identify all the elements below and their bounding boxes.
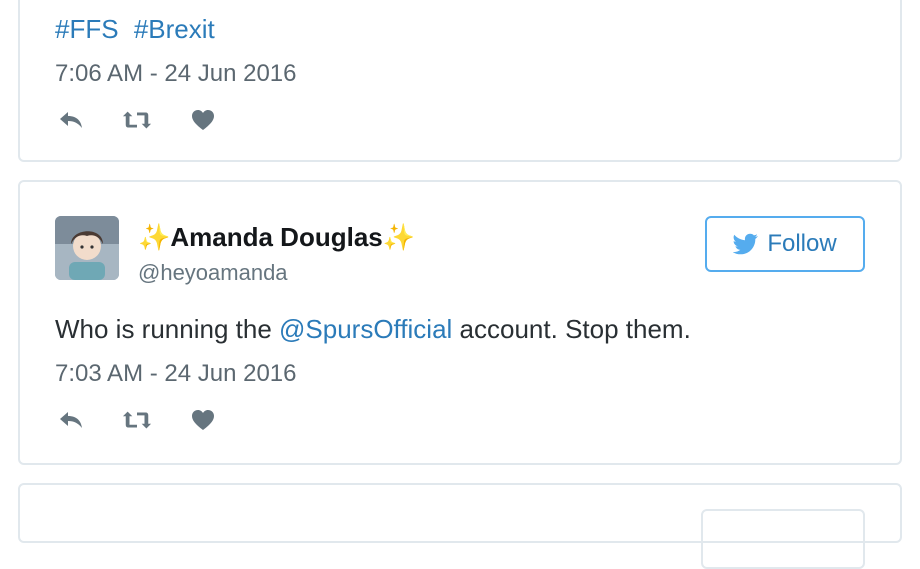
reply-icon[interactable]	[56, 108, 86, 132]
follow-label: Follow	[767, 230, 837, 257]
tweet-card: ✨Amanda Douglas✨ @heyoamanda Follow Who …	[18, 180, 902, 465]
user-handle[interactable]: @heyoamanda	[138, 260, 288, 286]
tweet-text-part: account. Stop them.	[452, 314, 691, 344]
avatar[interactable]	[55, 216, 119, 280]
tweet-actions	[56, 108, 254, 132]
heart-icon[interactable]	[188, 408, 218, 432]
twitter-bird-icon	[733, 233, 759, 255]
tweet-text-part: Who is running the	[55, 314, 280, 344]
tweet-timestamp[interactable]: 7:03 AM - 24 Jun 2016	[55, 360, 297, 388]
follow-button[interactable]: Follow	[705, 216, 865, 272]
retweet-icon[interactable]	[122, 408, 152, 432]
tweet-hashtags: #FFS #Brexit	[55, 14, 223, 45]
tweet-card-next	[18, 483, 902, 569]
tweet-card-previous: #FFS #Brexit 7:06 AM - 24 Jun 2016	[18, 0, 902, 162]
tweet-actions	[56, 408, 254, 432]
retweet-icon[interactable]	[122, 108, 152, 132]
hashtag-link[interactable]: #FFS	[55, 14, 119, 44]
tweet-timestamp[interactable]: 7:06 AM - 24 Jun 2016	[55, 60, 297, 88]
tweet-text: Who is running the @SpursOfficial accoun…	[55, 314, 691, 345]
reply-icon[interactable]	[56, 408, 86, 432]
user-display-name[interactable]: ✨Amanda Douglas✨	[138, 222, 415, 253]
follow-button[interactable]	[701, 509, 865, 569]
heart-icon[interactable]	[188, 108, 218, 132]
mention-link[interactable]: @SpursOfficial	[279, 314, 452, 344]
hashtag-link[interactable]: #Brexit	[134, 14, 215, 44]
